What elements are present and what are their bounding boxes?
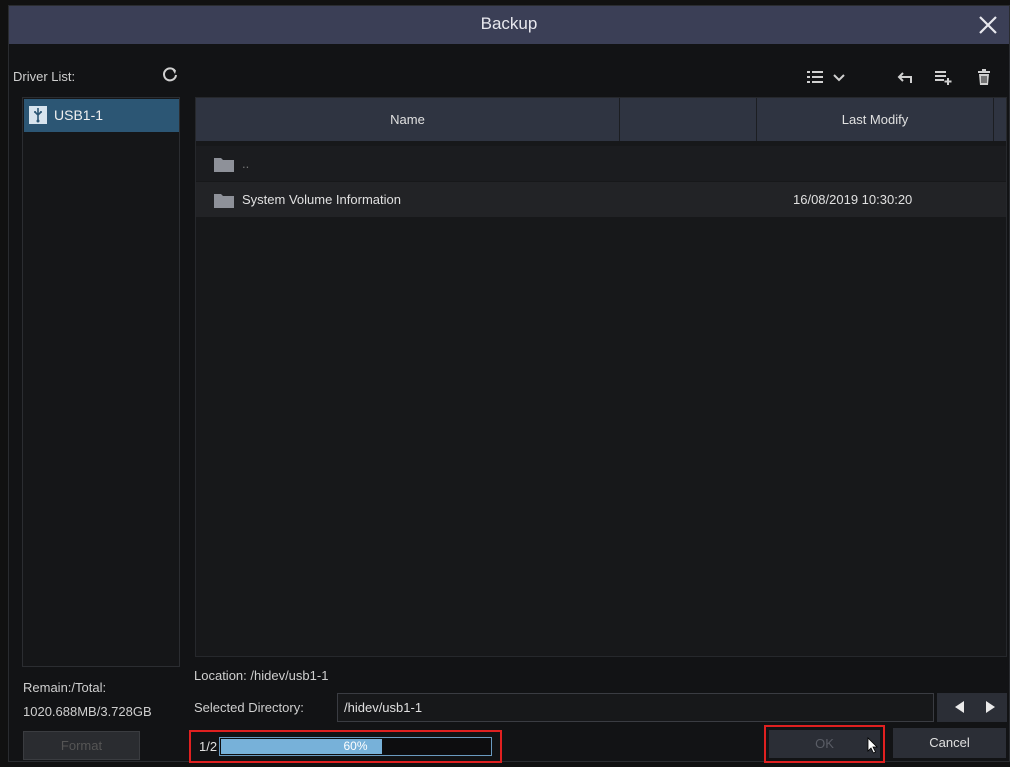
backup-progress: 1/2 60% [189,730,502,763]
list-view-icon[interactable] [806,66,824,88]
file-list: Name Last Modify .. System Volume Inform… [195,97,1007,657]
dialog-title: Backup [480,14,538,33]
file-list-header: Name Last Modify [196,98,1006,141]
remain-total-value: 1020.688MB/3.728GB [23,704,152,719]
directory-nav [937,693,1007,722]
folder-icon [214,194,234,208]
driver-item-usb[interactable]: USB1-1 [24,99,179,132]
progress-count: 1/2 [199,739,218,754]
column-blank[interactable] [620,98,757,141]
format-button[interactable]: Format [23,731,140,760]
new-folder-icon[interactable] [934,66,952,88]
location-text: Location: /hidev/usb1-1 [194,668,329,683]
column-extra [994,98,1006,141]
usb-icon [29,106,47,124]
folder-icon [214,158,234,172]
arrow-left-icon[interactable] [952,699,968,715]
arrow-right-icon[interactable] [982,699,998,715]
mouse-cursor-icon [867,737,878,754]
file-row-parent[interactable]: .. [196,146,1006,181]
back-icon[interactable] [897,66,915,88]
remain-total-label: Remain:/Total: [23,680,107,695]
driver-list: USB1-1 [22,97,180,667]
file-modified: 16/08/2019 10:30:20 [793,192,913,207]
selected-directory-field[interactable]: /hidev/usb1-1 [337,693,934,722]
ok-button[interactable]: OK [769,730,880,758]
progress-track: 60% [219,737,492,756]
title-bar: Backup [9,6,1009,44]
driver-item-label: USB1-1 [54,107,104,123]
backup-dialog: Backup Driver List: USB1-1 Remain:/Total… [8,5,1010,763]
delete-icon[interactable] [975,66,993,88]
file-row-system-volume[interactable]: System Volume Information 16/08/2019 10:… [196,182,1006,217]
close-icon[interactable] [973,10,1003,40]
driver-list-label: Driver List: [13,69,76,84]
refresh-icon[interactable] [160,64,180,84]
column-name[interactable]: Name [196,98,620,141]
chevron-down-icon[interactable] [831,66,847,88]
column-last-modify[interactable]: Last Modify [757,98,994,141]
progress-percent: 60% [343,739,368,753]
file-name: .. [242,156,250,171]
selected-directory-label: Selected Directory: [194,700,304,715]
cancel-button[interactable]: Cancel [893,728,1006,758]
file-name: System Volume Information [242,192,401,207]
